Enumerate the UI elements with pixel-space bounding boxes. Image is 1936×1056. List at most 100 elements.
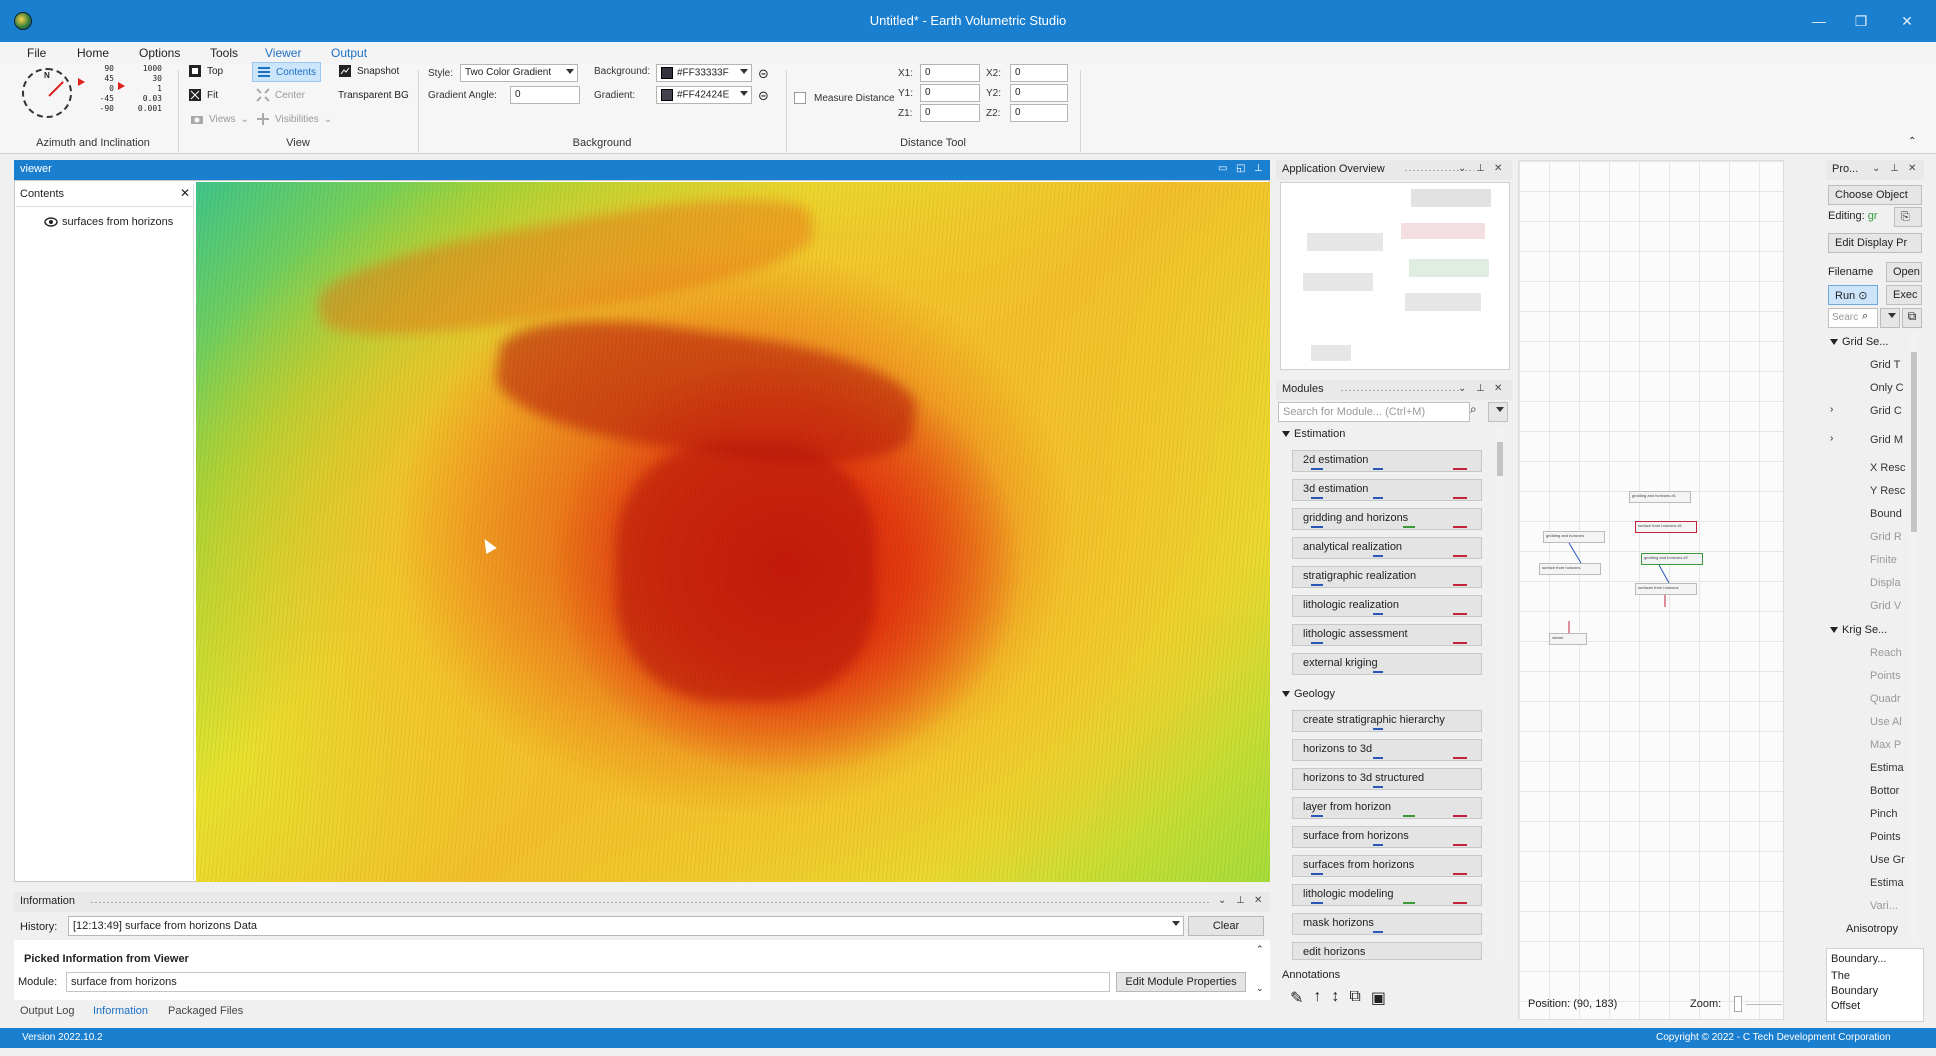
style-select[interactable]: Two Color Gradient: [460, 64, 578, 82]
menu-tools[interactable]: Tools: [210, 46, 238, 60]
krig-settings-section[interactable]: Krig Se...: [1830, 624, 1887, 636]
property-grid-type[interactable]: Grid T: [1870, 359, 1900, 371]
collapse-ribbon-icon[interactable]: ⌃: [1908, 136, 1916, 147]
tree-item-surfaces[interactable]: surfaces from horizons: [44, 216, 173, 228]
property-y-resolution[interactable]: Y Resc: [1870, 485, 1905, 497]
views-dropdown[interactable]: Views ⌄: [190, 112, 249, 126]
maximize-icon[interactable]: ❐: [1846, 10, 1876, 32]
inclination-scale[interactable]: 90 45 0 -45 -90: [86, 64, 114, 114]
image-icon[interactable]: ▣: [1371, 988, 1386, 1008]
property-reach[interactable]: Reach: [1870, 647, 1902, 659]
close-icon[interactable]: ✕: [1892, 10, 1922, 32]
expand-icon[interactable]: ›: [1830, 404, 1833, 415]
float-icon[interactable]: ◱: [1236, 163, 1245, 174]
module-item[interactable]: analytical realization: [1292, 537, 1482, 559]
menu-file[interactable]: File: [27, 46, 46, 60]
property-estimate-2[interactable]: Estima: [1870, 877, 1904, 889]
top-view-button[interactable]: Top: [188, 64, 223, 78]
y2-input[interactable]: 0: [1010, 84, 1068, 102]
property-use-all[interactable]: Use Al: [1870, 716, 1902, 728]
tab-output-log[interactable]: Output Log: [20, 1005, 74, 1017]
property-points[interactable]: Points: [1870, 670, 1901, 682]
background-color-picker[interactable]: #FF33333F: [656, 64, 752, 82]
zoom-slider[interactable]: [1734, 996, 1742, 1012]
choose-object-button[interactable]: Choose Object: [1828, 185, 1922, 205]
tab-information[interactable]: Information: [93, 1005, 148, 1017]
overview-minimap[interactable]: [1280, 182, 1510, 370]
gradient-color-picker[interactable]: #FF42424E: [656, 86, 752, 104]
eye-icon[interactable]: [44, 217, 58, 227]
property-use-grid[interactable]: Use Gr: [1870, 854, 1905, 866]
edit-display-button[interactable]: Edit Display Pr: [1828, 233, 1922, 253]
information-scrollbar[interactable]: ⌃ ⌄: [1256, 944, 1266, 998]
minimize-icon[interactable]: —: [1804, 10, 1834, 32]
search-icon[interactable]: ⌕: [1470, 402, 1477, 417]
category-estimation[interactable]: Estimation: [1282, 428, 1345, 440]
modules-scrollbar[interactable]: [1496, 428, 1504, 960]
menu-home[interactable]: Home: [77, 46, 109, 60]
module-item[interactable]: edit horizons: [1292, 942, 1482, 960]
chevron-down-icon[interactable]: ⌄: [1872, 163, 1880, 174]
gradient-angle-input[interactable]: 0: [510, 86, 580, 104]
chevron-down-icon[interactable]: ⌄: [1458, 383, 1466, 394]
search-icon[interactable]: ⌕: [1862, 310, 1868, 323]
property-estimate[interactable]: Estima: [1870, 762, 1904, 774]
zoom-slider-track[interactable]: [1746, 1004, 1782, 1005]
module-item[interactable]: surface from horizons: [1292, 826, 1482, 848]
execute-button[interactable]: Exec: [1886, 285, 1922, 305]
center-button[interactable]: Center: [256, 88, 305, 102]
y1-input[interactable]: 0: [920, 84, 980, 102]
property-max-points[interactable]: Max P: [1870, 739, 1901, 751]
open-button[interactable]: Open: [1886, 262, 1922, 282]
frame-icon[interactable]: ⧉: [1349, 988, 1360, 1008]
chevron-down-icon[interactable]: ⌄: [1218, 895, 1226, 906]
pin-icon[interactable]: ⊥: [1254, 163, 1263, 174]
scrollbar-thumb[interactable]: [1497, 442, 1503, 476]
clear-button[interactable]: Clear: [1188, 916, 1264, 936]
property-grid-c[interactable]: Grid C: [1870, 405, 1902, 417]
tab-packaged-files[interactable]: Packaged Files: [168, 1005, 243, 1017]
x2-input[interactable]: 0: [1010, 64, 1068, 82]
contents-toggle-button[interactable]: Contents: [252, 62, 322, 82]
scale-values[interactable]: 1000 30 1 0.03 0.001: [126, 64, 162, 114]
pin-icon[interactable]: ⊥: [1476, 163, 1485, 174]
z2-input[interactable]: 0: [1010, 104, 1068, 122]
link-icon[interactable]: ⊝: [758, 66, 769, 82]
property-search-input[interactable]: Searc: [1828, 308, 1878, 328]
chevron-down-icon[interactable]: ⌄: [1458, 163, 1466, 174]
z1-input[interactable]: 0: [920, 104, 980, 122]
module-item[interactable]: layer from horizon: [1292, 797, 1482, 819]
visibilities-dropdown[interactable]: Visibilities ⌄: [256, 112, 332, 126]
property-grid-r[interactable]: Grid R: [1870, 531, 1902, 543]
network-canvas[interactable]: gridding and horizons #1 surface from ho…: [1518, 160, 1784, 1020]
undock-icon[interactable]: ⎘: [1894, 207, 1922, 227]
property-grid-v[interactable]: Grid V: [1870, 600, 1901, 612]
measure-distance-checkbox[interactable]: [794, 92, 806, 104]
property-variogram[interactable]: Vari...: [1870, 900, 1898, 912]
menu-options[interactable]: Options: [139, 46, 180, 60]
arrow-vertical-icon[interactable]: ↕: [1331, 988, 1339, 1008]
edit-module-properties-button[interactable]: Edit Module Properties: [1116, 972, 1246, 992]
run-button[interactable]: Run ⊙: [1828, 285, 1878, 305]
property-anisotropy[interactable]: Anisotropy: [1846, 923, 1898, 935]
x1-input[interactable]: 0: [920, 64, 980, 82]
module-item[interactable]: horizons to 3d structured: [1292, 768, 1482, 790]
expand-icon[interactable]: ›: [1830, 433, 1833, 444]
menu-output[interactable]: Output: [331, 46, 367, 60]
module-item[interactable]: lithologic assessment: [1292, 624, 1482, 646]
module-item[interactable]: lithologic realization: [1292, 595, 1482, 617]
scroll-down-icon[interactable]: ⌄: [1256, 983, 1266, 994]
close-icon[interactable]: ✕: [1908, 163, 1916, 174]
pin-icon[interactable]: ⊥: [1476, 383, 1485, 394]
transparent-bg-button[interactable]: Transparent BG: [338, 90, 409, 101]
property-finite[interactable]: Finite: [1870, 554, 1897, 566]
property-boundary[interactable]: Bound: [1870, 508, 1902, 520]
property-points-2[interactable]: Points: [1870, 831, 1901, 843]
grid-settings-section[interactable]: Grid Se...: [1830, 336, 1888, 348]
close-icon[interactable]: ✕: [1494, 383, 1502, 394]
close-icon[interactable]: ✕: [1494, 163, 1502, 174]
restore-icon[interactable]: ▭: [1218, 163, 1227, 174]
module-item[interactable]: surfaces from horizons: [1292, 855, 1482, 877]
fit-button[interactable]: Fit: [188, 88, 218, 102]
pin-icon[interactable]: ⊥: [1890, 163, 1899, 174]
